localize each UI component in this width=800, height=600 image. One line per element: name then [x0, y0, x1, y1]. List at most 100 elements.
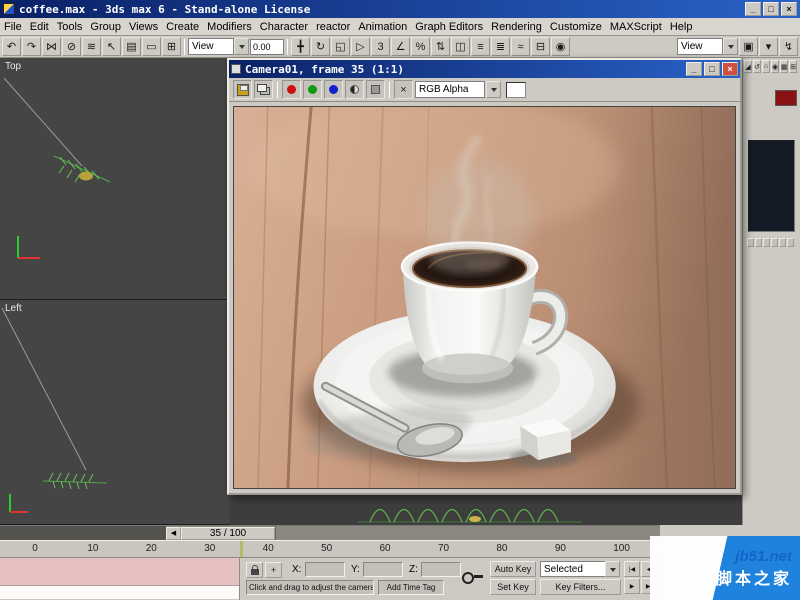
layer-manager-icon[interactable]: ≣: [491, 37, 510, 56]
tab-hierarchy[interactable]: ⌂: [762, 60, 770, 73]
menu-item[interactable]: Customize: [546, 19, 606, 35]
save-bitmap-icon[interactable]: [233, 80, 252, 99]
transform-typein-field[interactable]: 0.00: [250, 38, 284, 55]
close-button[interactable]: ×: [781, 2, 797, 16]
window-crossing-icon[interactable]: ⊞: [162, 37, 181, 56]
render-window-titlebar[interactable]: Camera01, frame 35 (1:1) _ □ ×: [229, 60, 740, 78]
menu-item[interactable]: Modifiers: [203, 19, 256, 35]
absolute-offset-mode-icon[interactable]: +: [265, 562, 282, 578]
reference-coordinate-dropdown[interactable]: View: [188, 38, 234, 55]
menu-item[interactable]: Views: [125, 19, 162, 35]
key-mode-dropdown-button[interactable]: [605, 561, 620, 577]
listener-script-pane[interactable]: [0, 586, 239, 599]
named-selection-dropdown[interactable]: View: [677, 38, 723, 55]
menu-item[interactable]: Create: [162, 19, 203, 35]
render-maximize-button[interactable]: □: [704, 62, 720, 76]
redo-icon[interactable]: ↷: [22, 37, 41, 56]
menu-item[interactable]: Group: [86, 19, 125, 35]
green-channel-icon[interactable]: [303, 80, 322, 99]
channel-dropdown-button[interactable]: [486, 81, 501, 98]
key-mode-dropdown[interactable]: Selected: [540, 561, 606, 577]
menu-item[interactable]: Character: [256, 19, 312, 35]
tab-motion[interactable]: ◉: [771, 60, 779, 73]
bind-to-spacewarp-icon[interactable]: ≋: [82, 37, 101, 56]
monochrome-icon[interactable]: [366, 80, 385, 99]
z-coordinate-field[interactable]: [421, 562, 461, 577]
viewport-left[interactable]: Left: [0, 300, 230, 525]
rectangular-selection-icon[interactable]: ▭: [142, 37, 161, 56]
clear-image-icon[interactable]: ×: [394, 80, 413, 99]
color-swatch[interactable]: [775, 90, 797, 106]
select-and-rotate-icon[interactable]: ↻: [311, 37, 330, 56]
channel-display-dropdown[interactable]: RGB Alpha: [415, 81, 485, 98]
maximize-button[interactable]: □: [763, 2, 779, 16]
panel-button[interactable]: [747, 238, 754, 247]
percent-snap-icon[interactable]: %: [411, 37, 430, 56]
menu-item[interactable]: Animation: [354, 19, 411, 35]
menu-item[interactable]: Edit: [26, 19, 53, 35]
tab-display[interactable]: ▦: [780, 60, 788, 73]
schematic-view-icon[interactable]: ⊟: [531, 37, 550, 56]
panel-button[interactable]: [763, 238, 770, 247]
quick-render-icon[interactable]: ↯: [779, 37, 798, 56]
menu-item[interactable]: Tools: [53, 19, 87, 35]
red-channel-icon[interactable]: [282, 80, 301, 99]
time-slider-track-left[interactable]: [0, 525, 166, 541]
named-selection-dropdown-button[interactable]: [723, 38, 738, 55]
select-by-name-icon[interactable]: ▤: [122, 37, 141, 56]
snap-toggle-icon[interactable]: 3: [371, 37, 390, 56]
time-slider-handle[interactable]: 35 / 100: [181, 526, 275, 540]
panel-button[interactable]: [779, 238, 786, 247]
select-and-manipulate-icon[interactable]: ▷: [351, 37, 370, 56]
previous-frame-arrow[interactable]: ◀: [166, 526, 181, 540]
camera-viewport-strip[interactable]: [230, 495, 742, 525]
next-frame-button[interactable]: ▶: [624, 578, 640, 594]
select-and-scale-icon[interactable]: ◱: [331, 37, 350, 56]
tab-create[interactable]: ◢: [744, 60, 752, 73]
undo-icon[interactable]: ↶: [2, 37, 21, 56]
viewport-top[interactable]: Top: [0, 58, 230, 300]
background-color-swatch[interactable]: [506, 81, 526, 98]
angle-snap-icon[interactable]: ∠: [391, 37, 410, 56]
menu-item[interactable]: MAXScript: [606, 19, 666, 35]
select-object-icon[interactable]: ↖: [102, 37, 121, 56]
add-time-tag[interactable]: Add Time Tag: [378, 580, 444, 595]
render-close-button[interactable]: ×: [722, 62, 738, 76]
render-type-icon[interactable]: ▾: [759, 37, 778, 56]
panel-button[interactable]: [771, 238, 778, 247]
menu-item[interactable]: Help: [666, 19, 697, 35]
menu-item[interactable]: reactor: [312, 19, 354, 35]
clone-window-icon[interactable]: [254, 80, 273, 99]
x-coordinate-field[interactable]: [305, 562, 345, 577]
material-editor-icon[interactable]: ◉: [551, 37, 570, 56]
go-to-start-button[interactable]: |◀: [624, 561, 640, 577]
selection-lock-icon[interactable]: [246, 562, 263, 578]
time-slider-track-right[interactable]: [275, 526, 660, 540]
select-and-link-icon[interactable]: ⋈: [42, 37, 61, 56]
alpha-channel-icon[interactable]: [345, 80, 364, 99]
minimize-button[interactable]: _: [745, 2, 761, 16]
track-bar[interactable]: 0 10 20 30 40 50 60 70 80 90 100: [0, 540, 660, 558]
panel-button[interactable]: [755, 238, 762, 247]
panel-button[interactable]: [787, 238, 794, 247]
align-icon[interactable]: ≡: [471, 37, 490, 56]
set-key-button[interactable]: Set Key: [490, 579, 536, 595]
render-minimize-button[interactable]: _: [686, 62, 702, 76]
unlink-selection-icon[interactable]: ⊘: [62, 37, 81, 56]
key-filters-button[interactable]: Key Filters...: [540, 579, 621, 595]
time-slider[interactable]: ◀ 35 / 100: [0, 525, 660, 541]
menu-item[interactable]: Rendering: [487, 19, 546, 35]
tab-utilities[interactable]: ⊞: [789, 60, 797, 73]
select-and-move-icon[interactable]: ╋: [291, 37, 310, 56]
blue-channel-icon[interactable]: [324, 80, 343, 99]
menu-item[interactable]: Graph Editors: [411, 19, 487, 35]
mirror-icon[interactable]: ◫: [451, 37, 470, 56]
y-coordinate-field[interactable]: [363, 562, 403, 577]
coordinate-dropdown-button[interactable]: [234, 38, 249, 55]
curve-editor-icon[interactable]: ≈: [511, 37, 530, 56]
render-scene-icon[interactable]: ▣: [739, 37, 758, 56]
listener-macro-pane[interactable]: [0, 558, 239, 586]
auto-key-button[interactable]: Auto Key: [490, 561, 536, 577]
tab-modify[interactable]: ↺: [753, 60, 761, 73]
menu-item[interactable]: File: [0, 19, 26, 35]
